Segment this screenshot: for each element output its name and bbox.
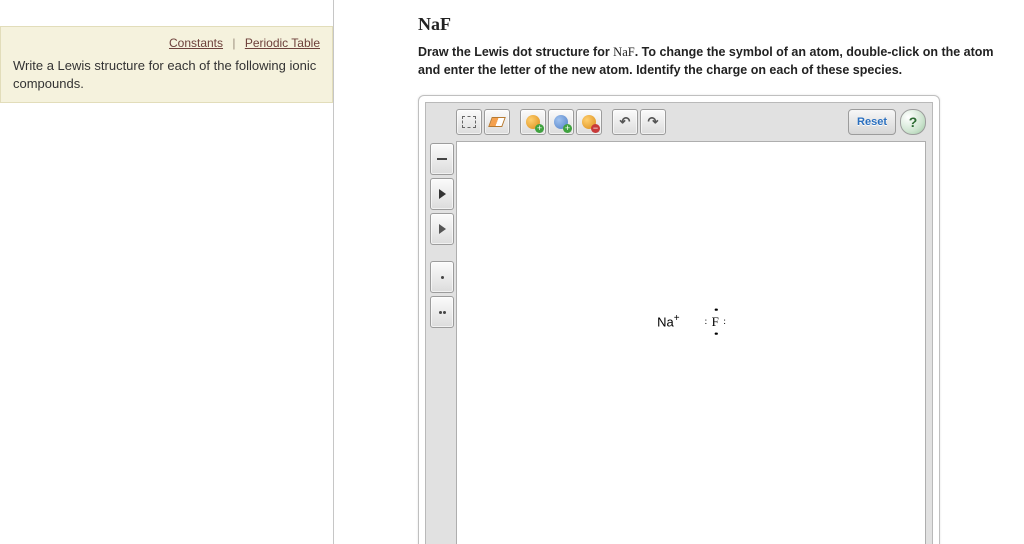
lone-pair-button[interactable] (430, 296, 454, 328)
atom-plus-blue-icon: + (554, 115, 568, 129)
select-tool-button[interactable] (456, 109, 482, 135)
prompt-a: Draw the Lewis dot structure for (418, 45, 613, 59)
main-content: NaF Draw the Lewis dot structure for NaF… (334, 0, 1024, 544)
redo-button[interactable]: ↷ (640, 109, 666, 135)
hash-icon (439, 224, 446, 234)
prompt-formula: NaF (613, 45, 635, 59)
undo-icon: ↶ (620, 114, 631, 130)
lone-pair-icon (439, 311, 446, 314)
redo-icon: ↷ (648, 114, 659, 130)
single-electron-icon (441, 276, 444, 279)
lewis-structure[interactable]: Na+ •• : F : •• (657, 310, 725, 332)
f-lonepair-left: : (705, 319, 708, 323)
constants-link[interactable]: Constants (169, 36, 223, 50)
sidebar: Constants | Periodic Table Write a Lewis… (0, 0, 334, 544)
page-root: Constants | Periodic Table Write a Lewis… (0, 0, 1024, 544)
compound-title: NaF (418, 14, 1004, 35)
periodic-table-link[interactable]: Periodic Table (245, 36, 320, 50)
f-lonepair-top: •• (714, 308, 716, 312)
wedge-bond-button[interactable] (430, 178, 454, 210)
instruction-text: Write a Lewis structure for each of the … (13, 57, 320, 92)
add-atom-button[interactable]: + (520, 109, 546, 135)
drawing-canvas[interactable]: Na+ •• : F : •• (456, 141, 926, 544)
remove-atom-button[interactable]: − (576, 109, 602, 135)
help-button[interactable]: ? (900, 109, 926, 135)
single-bond-button[interactable] (430, 143, 454, 175)
editor-body: + + − ↶ ↷ Reset ? (425, 102, 933, 544)
f-symbol: F (712, 314, 719, 329)
link-separator: | (226, 36, 241, 50)
prompt-text: Draw the Lewis dot structure for NaF. To… (418, 43, 1004, 79)
toolbar-gap (430, 248, 454, 258)
undo-button[interactable]: ↶ (612, 109, 638, 135)
reference-links: Constants | Periodic Table (13, 35, 320, 51)
single-bond-icon (437, 158, 447, 160)
eraser-icon (488, 117, 506, 127)
tool-group-history: ↶ ↷ (612, 109, 666, 135)
hash-bond-button[interactable] (430, 213, 454, 245)
na-charge: + (674, 313, 680, 324)
tool-group-edit (456, 109, 510, 135)
single-electron-button[interactable] (430, 261, 454, 293)
na-ion[interactable]: Na+ (657, 313, 679, 329)
f-lonepair-right: : (723, 319, 726, 323)
atom-plus-icon: + (526, 115, 540, 129)
select-icon (462, 116, 476, 128)
erase-tool-button[interactable] (484, 109, 510, 135)
left-toolbar (430, 143, 454, 328)
lewis-editor: + + − ↶ ↷ Reset ? (418, 95, 940, 544)
wedge-icon (439, 189, 446, 199)
reset-button[interactable]: Reset (848, 109, 896, 135)
atom-minus-icon: − (582, 115, 596, 129)
tool-group-atoms: + + − (520, 109, 602, 135)
top-toolbar: + + − ↶ ↷ Reset ? (456, 107, 926, 137)
add-atom-alt-button[interactable]: + (548, 109, 574, 135)
f-lonepair-bottom: •• (714, 332, 716, 336)
f-ion[interactable]: •• : F : •• (706, 310, 725, 332)
na-symbol: Na (657, 314, 674, 329)
instruction-panel: Constants | Periodic Table Write a Lewis… (0, 26, 333, 103)
